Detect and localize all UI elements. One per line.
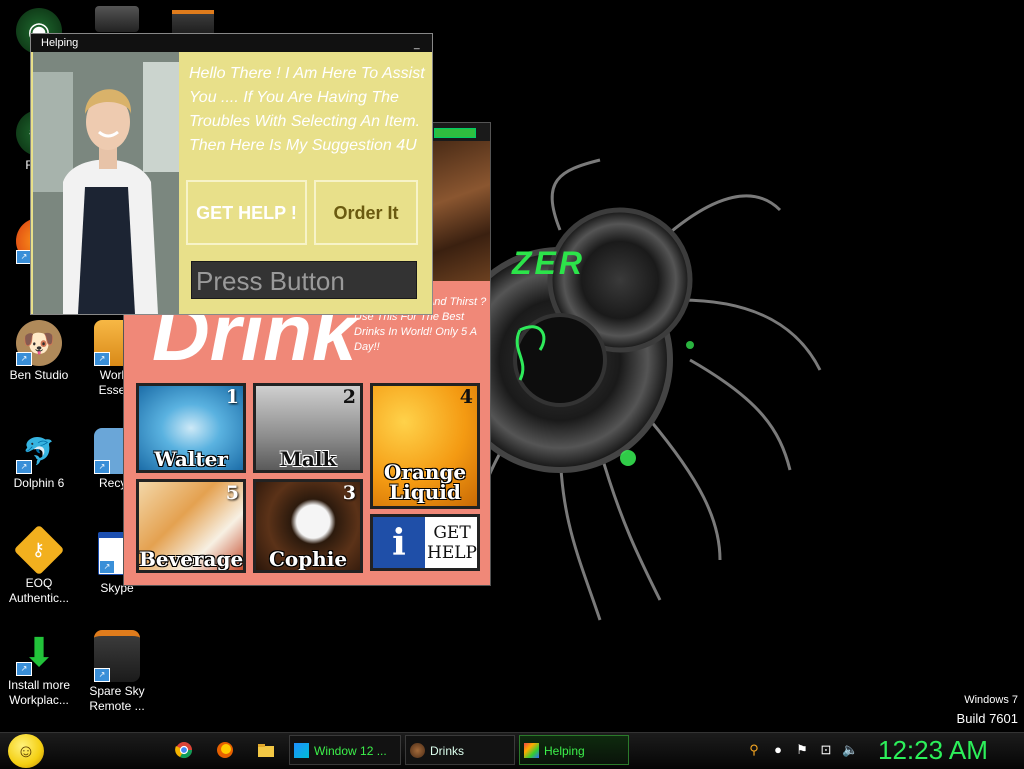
task-window-12[interactable]: Window 12 ... xyxy=(289,735,401,765)
tile-number: 2 xyxy=(342,386,356,408)
shortcut-arrow-icon: ↗ xyxy=(99,560,115,574)
download-icon: ⬇ ↗ xyxy=(16,630,62,676)
desktop-icon-dolphin[interactable]: 🐬 ↗ Dolphin 6 xyxy=(0,428,78,491)
get-help-button[interactable]: GET HELP ! xyxy=(186,180,307,245)
clock[interactable]: 12:23 AM xyxy=(878,733,998,767)
desktop-icon-top-1[interactable] xyxy=(95,6,139,32)
assistant-message: Hello There ! I Am Here To Assist You ..… xyxy=(189,65,425,154)
tile-label: Cophie xyxy=(268,547,348,571)
network-icon[interactable]: ⊡ xyxy=(818,742,834,758)
smiley-icon: ☺ xyxy=(16,741,36,761)
shortcut-arrow-icon: ↗ xyxy=(94,668,110,682)
flag-icon[interactable]: ⚑ xyxy=(794,742,810,758)
coffee-bean-icon xyxy=(410,743,425,758)
tile-coffee[interactable]: 3 Cophie xyxy=(253,479,363,573)
shortcut-arrow-icon: ↗ xyxy=(16,662,32,676)
shortcut-arrow-icon: ↗ xyxy=(16,352,32,366)
tile-beverage[interactable]: 5 Beverage xyxy=(136,479,246,573)
volume-icon[interactable]: 🔈 xyxy=(842,742,858,758)
firefox-taskbar-icon[interactable] xyxy=(213,738,237,762)
shortcut-arrow-icon: ↗ xyxy=(94,352,110,366)
dolphin-icon: 🐬 ↗ xyxy=(16,428,62,474)
tile-label: Malk xyxy=(279,447,337,471)
start-button[interactable]: ☺ xyxy=(8,734,44,768)
chat-icon[interactable]: ● xyxy=(770,742,786,758)
task-helping[interactable]: Helping xyxy=(519,735,629,765)
windows-build: Build 7601 xyxy=(956,711,1018,726)
tile-milk[interactable]: 2 Malk xyxy=(253,383,363,473)
helping-window: Helping _ Hello There ! I Am Here To Ass… xyxy=(30,33,433,315)
tile-get-help[interactable]: i GET HELP xyxy=(370,514,480,571)
task-drinks[interactable]: Drinks xyxy=(405,735,515,765)
tile-number: 4 xyxy=(459,386,473,408)
tile-label: Beverage xyxy=(139,547,244,571)
desktop-icon-eoq[interactable]: ⚷ EOQ Authentic... xyxy=(0,524,78,606)
tile-label: Walter xyxy=(154,447,228,471)
coffee-beans-banner xyxy=(432,141,490,281)
assistant-photo xyxy=(33,52,179,314)
shortcut-arrow-icon: ↗ xyxy=(94,460,110,474)
desktop-icon-spare-sky[interactable]: ↗ Spare Sky Remote ... xyxy=(78,630,156,714)
info-icon: i xyxy=(373,517,425,568)
desktop: ZER ◉ Co ♻ Recy ↗ Fi 🐶 ↗ Ben Studio 🐬 ↗ … xyxy=(0,0,1024,732)
remote-icon: ↗ xyxy=(94,630,140,682)
tile-number: 1 xyxy=(225,386,239,408)
order-it-button[interactable]: Order It xyxy=(314,180,418,245)
helping-titlebar[interactable]: Helping _ xyxy=(31,34,432,52)
minimize-icon[interactable]: _ xyxy=(414,36,426,50)
dog-icon: 🐶 ↗ xyxy=(16,320,62,366)
drinks-progress-bar xyxy=(434,128,476,138)
tile-orange-liquid[interactable]: 4 Orange Liquid xyxy=(370,383,480,509)
helping-title: Helping xyxy=(41,37,79,49)
press-button-display: Press Button xyxy=(191,261,417,299)
tile-number: 3 xyxy=(342,482,356,504)
windows-version: Windows 7 xyxy=(964,694,1018,706)
windows-icon xyxy=(294,743,309,758)
wallpaper-brand-text: ZER xyxy=(512,245,585,281)
explorer-icon[interactable] xyxy=(254,738,278,762)
tile-label: Orange Liquid xyxy=(383,460,467,504)
chrome-icon[interactable] xyxy=(172,738,196,762)
shortcut-arrow-icon: ↗ xyxy=(16,460,32,474)
desktop-icon-ben-studio[interactable]: 🐶 ↗ Ben Studio xyxy=(0,320,78,383)
search-icon[interactable]: ⚲ xyxy=(746,742,762,758)
assistant-photo-illustration xyxy=(33,52,179,314)
get-help-text: GET HELP xyxy=(427,523,477,563)
app-grid-icon xyxy=(524,743,539,758)
tile-number: 5 xyxy=(225,482,239,504)
key-icon: ⚷ xyxy=(13,524,65,576)
tile-water[interactable]: 1 Walter xyxy=(136,383,246,473)
taskbar: ☺ Window 12 ... Drinks Helping ⚲ ● ⚑ ⊡ 🔈… xyxy=(0,732,1024,769)
desktop-icon-install-more[interactable]: ⬇ ↗ Install more Workplac... xyxy=(0,630,78,708)
